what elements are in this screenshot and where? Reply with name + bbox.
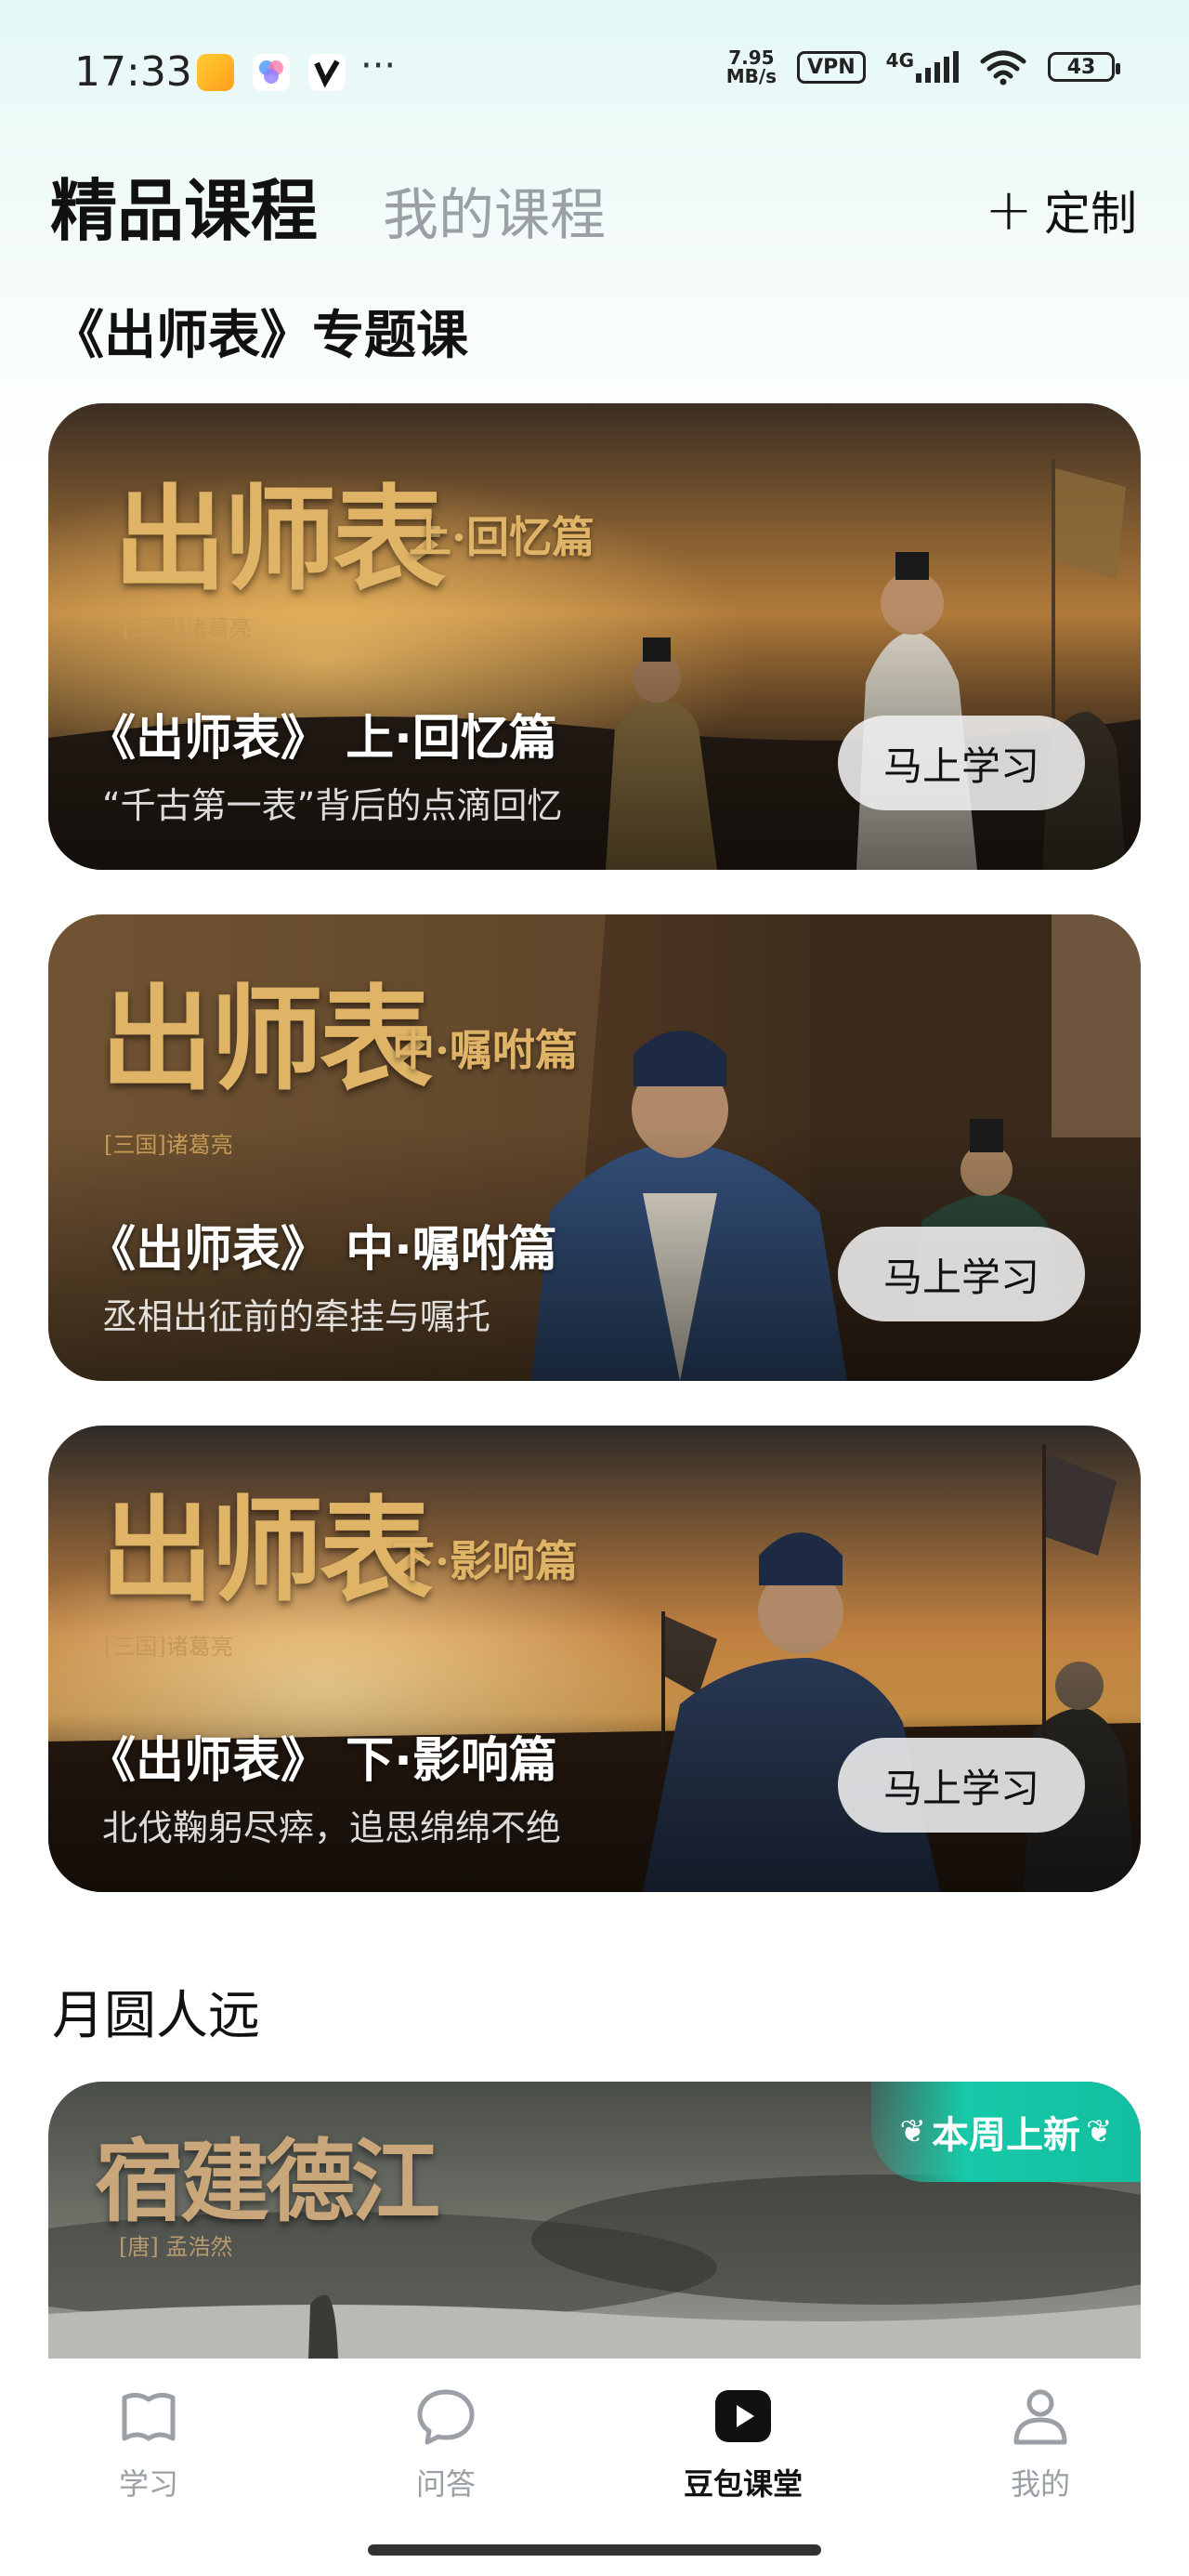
cover-author: [三国]诸葛亮	[104, 1634, 233, 1660]
nav-item-classroom[interactable]: 豆包课堂	[660, 2385, 827, 2504]
course-title: 《出师表》 中·嘱咐篇	[87, 1222, 557, 1278]
course-card[interactable]: 出师表 中·嘱咐篇 [三国]诸葛亮 《出师表》 中·嘱咐篇 丞相出征前的牵挂与嘱…	[48, 914, 1141, 1381]
tab-my-courses[interactable]: 我的课程	[383, 170, 606, 251]
network-speed-unit: MB/s	[725, 65, 777, 87]
course-title: 《出师表》 下·影响篇	[87, 1733, 557, 1789]
nav-item-profile[interactable]: 我的	[957, 2385, 1124, 2504]
new-this-week-badge: ❦ 本周上新 ❦	[871, 2082, 1141, 2182]
signal-icon	[916, 51, 959, 83]
status-bar: 17:33 ··· 7.95 MB/s VPN 4G 43	[0, 0, 1189, 149]
network-speed: 7.95 MB/s	[726, 48, 777, 85]
more-notifications-icon: ···	[360, 45, 397, 87]
course-title: 《出师表》 上·回忆篇	[87, 711, 557, 767]
nav-label: 学习	[118, 2466, 178, 2502]
cover-brush-title: 出师表	[100, 1483, 433, 1617]
home-indicator[interactable]	[368, 2544, 821, 2556]
laurel-right-icon: ❦	[1086, 2113, 1113, 2150]
notification-app-icon	[253, 54, 290, 91]
network-speed-value: 7.95	[728, 46, 775, 69]
course-card[interactable]: 出师表 上·回忆篇 [三国]诸葛亮 《出师表》 上·回忆篇 “千古第一表”背后的…	[48, 403, 1141, 870]
cover-brush-title: 宿建德江	[95, 2129, 440, 2234]
cover-brush-subtitle: 中·嘱咐篇	[392, 1025, 579, 1075]
network-type: 4G	[885, 49, 914, 72]
course-tabs: 精品课程 我的课程	[50, 156, 606, 254]
notification-app-icon	[308, 54, 346, 91]
vpn-indicator: VPN	[797, 50, 866, 84]
customize-button[interactable]: + 定制	[985, 177, 1137, 243]
cover-author: [三国]诸葛亮	[123, 615, 252, 641]
cover-brush-title: 出师表	[113, 472, 446, 606]
customize-label: 定制	[1044, 187, 1137, 241]
course-subtitle: “千古第一表”背后的点滴回忆	[102, 785, 563, 826]
course-subtitle: 丞相出征前的牵挂与嘱托	[102, 1296, 491, 1337]
nav-item-qa[interactable]: 问答	[362, 2385, 529, 2504]
bottom-navigation: 学习 问答 豆包课堂 我的	[0, 2359, 1189, 2576]
section-title: 月圆人远	[52, 1986, 260, 2046]
play-icon	[715, 2390, 771, 2442]
start-learning-button[interactable]: 马上学习	[838, 1227, 1085, 1321]
book-icon	[122, 2392, 176, 2441]
cover-brush-subtitle: 下·影响篇	[392, 1536, 579, 1586]
nav-label: 我的	[1010, 2466, 1070, 2502]
laurel-left-icon: ❦	[899, 2113, 927, 2150]
course-card[interactable]: 出师表 下·影响篇 [三国]诸葛亮 《出师表》 下·影响篇 北伐鞠躬尽瘁，追思绵…	[48, 1426, 1141, 1892]
notification-app-icon	[197, 54, 234, 91]
start-learning-button[interactable]: 马上学习	[838, 716, 1085, 810]
plus-icon: +	[985, 176, 1033, 243]
nav-label: 豆包课堂	[683, 2466, 803, 2502]
course-card[interactable]: 宿建德江 [唐] 孟浩然 ❦ 本周上新 ❦	[48, 2082, 1141, 2360]
battery-indicator: 43	[1048, 52, 1120, 82]
section-title: 《出师表》专题课	[52, 306, 468, 366]
nav-item-study[interactable]: 学习	[65, 2385, 232, 2504]
new-badge-label: 本周上新	[932, 2114, 1080, 2157]
start-learning-button[interactable]: 马上学习	[838, 1738, 1085, 1833]
chat-bubble-icon	[417, 2389, 475, 2445]
cover-author: [三国]诸葛亮	[104, 1132, 233, 1158]
status-time: 17:33	[74, 48, 192, 96]
cover-brush-subtitle: 上·回忆篇	[409, 512, 595, 562]
cover-brush-title: 出师表	[100, 972, 433, 1106]
tab-premium-courses[interactable]: 精品课程	[50, 156, 318, 254]
wifi-icon	[980, 50, 1026, 85]
person-icon	[1013, 2389, 1067, 2445]
nav-label: 问答	[415, 2466, 476, 2502]
course-subtitle: 北伐鞠躬尽瘁，追思绵绵不绝	[102, 1807, 562, 1848]
cover-author: [唐] 孟浩然	[119, 2234, 233, 2260]
